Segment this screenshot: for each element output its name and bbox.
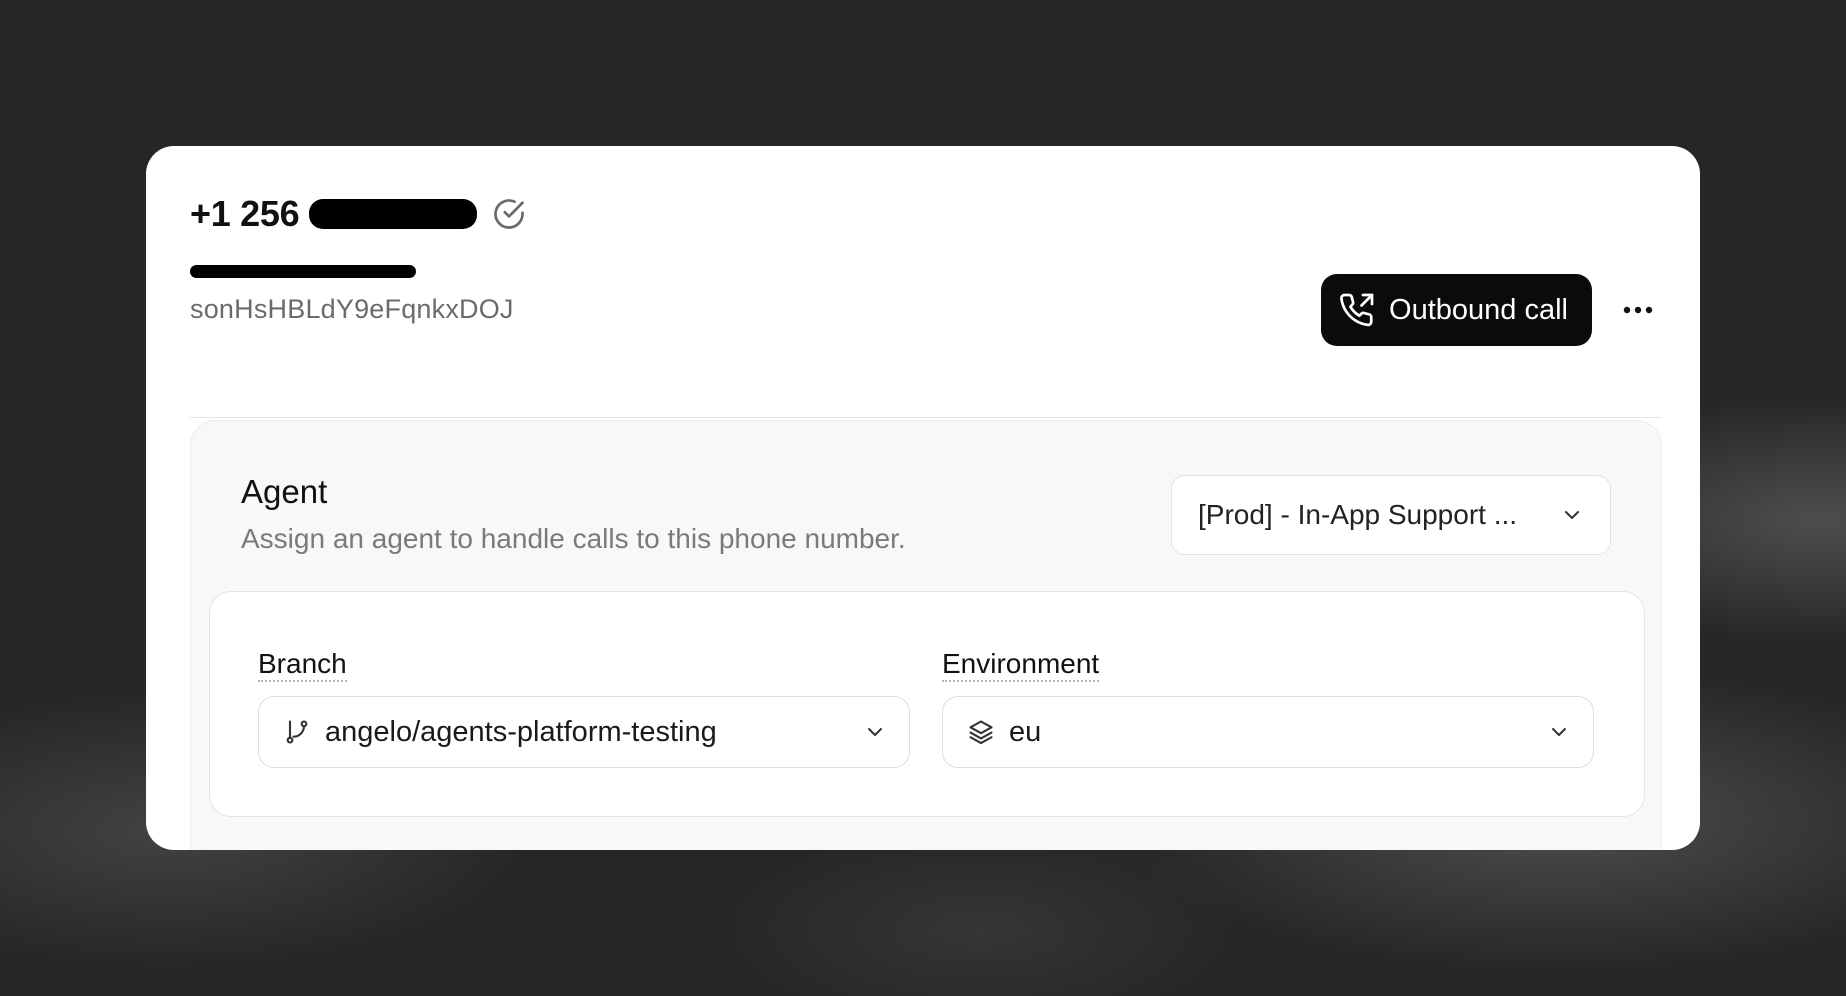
chevron-down-icon bbox=[1560, 503, 1584, 527]
branch-select[interactable]: angelo/agents-platform-testing bbox=[258, 696, 910, 768]
branch-field: Branch angelo/agents-platform-testing bbox=[258, 648, 910, 768]
header-actions: Outbound call bbox=[1321, 274, 1658, 346]
agent-select[interactable]: [Prod] - In-App Support ... bbox=[1171, 475, 1611, 555]
chevron-down-icon bbox=[863, 720, 887, 744]
more-options-button[interactable] bbox=[1618, 290, 1658, 330]
phone-number-card: +1 256 sonHsHBLdY9eFqnkxDOJ Outbound cal… bbox=[146, 146, 1700, 850]
environment-select[interactable]: eu bbox=[942, 696, 1594, 768]
environment-label: Environment bbox=[942, 648, 1100, 682]
branch-label: Branch bbox=[258, 648, 347, 682]
layers-icon bbox=[967, 718, 995, 746]
git-branch-icon bbox=[283, 718, 311, 746]
branch-value: angelo/agents-platform-testing bbox=[325, 715, 717, 748]
redacted-phone-label bbox=[190, 265, 416, 278]
phone-outgoing-icon bbox=[1339, 292, 1375, 328]
agent-config-panel: Branch angelo/agents-platform-testing En… bbox=[209, 591, 1645, 817]
agent-panel: Agent Assign an agent to handle calls to… bbox=[190, 420, 1662, 850]
environment-field: Environment eu bbox=[942, 648, 1594, 768]
more-horizontal-icon bbox=[1622, 305, 1654, 315]
environment-value: eu bbox=[1009, 715, 1042, 748]
chevron-down-icon bbox=[1547, 720, 1571, 744]
check-circle-icon bbox=[491, 196, 527, 232]
redacted-phone-digits bbox=[309, 199, 478, 229]
outbound-call-button[interactable]: Outbound call bbox=[1321, 274, 1592, 346]
outbound-call-label: Outbound call bbox=[1389, 293, 1568, 326]
phone-number: +1 256 bbox=[190, 193, 300, 234]
card-header: +1 256 sonHsHBLdY9eFqnkxDOJ Outbound cal… bbox=[190, 192, 1662, 418]
agent-description: Assign an agent to handle calls to this … bbox=[241, 523, 906, 554]
phone-number-row: +1 256 bbox=[190, 192, 1662, 236]
agent-select-value: [Prod] - In-App Support ... bbox=[1198, 499, 1518, 530]
agent-title: Agent bbox=[241, 473, 328, 510]
